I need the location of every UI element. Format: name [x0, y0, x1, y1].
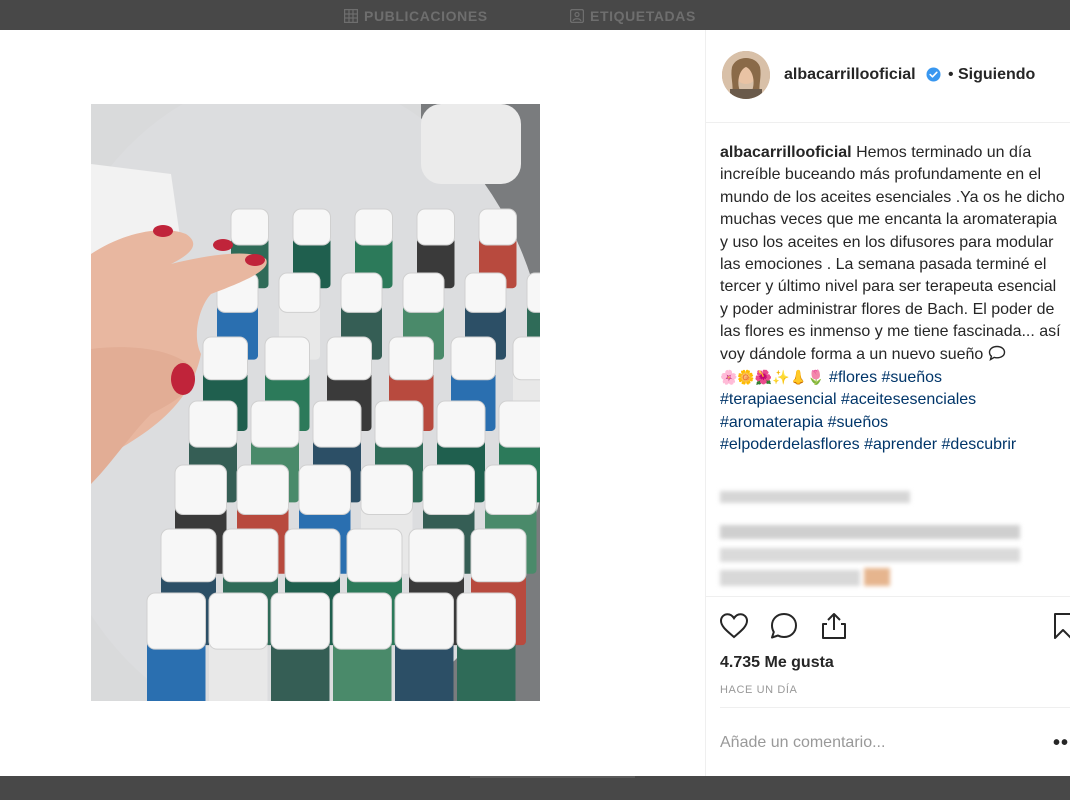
bottle-cap	[512, 336, 540, 381]
comment-input[interactable]: Añade un comentario...	[720, 734, 885, 752]
bottle-cap	[264, 336, 310, 381]
bookmark-icon[interactable]	[1052, 610, 1070, 642]
bottle-cap	[422, 464, 475, 515]
post-photo	[91, 104, 540, 701]
hashtag-elpoderdelasflores[interactable]: #elpoderdelasflores	[720, 436, 860, 453]
more-options-icon[interactable]: ••	[1053, 732, 1069, 755]
tag-icon	[570, 9, 584, 23]
blurred-comment-4	[720, 570, 860, 586]
post-author-username[interactable]: albacarrillooficial	[784, 66, 916, 84]
bottle-cap	[250, 400, 300, 448]
bottle-cap	[292, 208, 331, 246]
bottle-cap	[340, 272, 383, 313]
blurred-emoji	[864, 568, 890, 586]
bottom-divider	[470, 776, 635, 778]
hashtag-aromaterapia[interactable]: #aromaterapia	[720, 414, 823, 431]
post-timestamp[interactable]: HACE UN DÍA	[720, 684, 798, 696]
bottle-cap	[160, 528, 217, 583]
following-button[interactable]: Siguiendo	[958, 66, 1035, 84]
hashtag-descubrir[interactable]: #descubrir	[942, 436, 1017, 453]
header-separator: •	[948, 66, 954, 83]
bottle-cap	[270, 592, 330, 650]
bottle-cap	[402, 272, 445, 313]
hashtag-suenos-2[interactable]: #sueños	[828, 414, 889, 431]
bottle-cap	[478, 208, 517, 246]
post-modal: albacarrillooficial • Siguiendo albacarr…	[0, 30, 1070, 776]
bottle-cap	[464, 272, 507, 313]
profile-tabs-bar: PUBLICACIONES ETIQUETADAS	[0, 0, 1070, 30]
bottle-cap	[456, 592, 516, 650]
grid-icon	[344, 9, 358, 23]
bottle-cap	[498, 400, 540, 448]
bottle-cap	[236, 464, 289, 515]
post-caption: albacarrillooficial Hemos terminado un d…	[720, 142, 1065, 457]
bottle-cap	[470, 528, 527, 583]
bottle-cap	[416, 208, 455, 246]
bottle-cap	[388, 336, 434, 381]
bottle-cap	[374, 400, 424, 448]
likes-count[interactable]: 4.735 Me gusta	[720, 654, 834, 672]
bottle-cap	[346, 528, 403, 583]
bottle-cap	[354, 208, 393, 246]
blurred-comment-3	[720, 548, 1020, 562]
bottle-cap	[278, 272, 321, 313]
bottle-cap	[526, 272, 540, 313]
post-side-panel: albacarrillooficial • Siguiendo albacarr…	[705, 30, 1070, 776]
actions-divider	[706, 596, 1070, 597]
bottle-cap	[146, 592, 206, 650]
bottle-cap	[436, 400, 486, 448]
caption-text: Hemos terminado un día increíble buceand…	[720, 144, 1065, 363]
caption-username[interactable]: albacarrillooficial	[720, 144, 852, 161]
blurred-comment-1	[720, 491, 910, 503]
comment-bubble-icon[interactable]	[768, 610, 800, 642]
bottle-cap	[484, 464, 537, 515]
blurred-comment-2	[720, 525, 1020, 539]
bottle-cap	[284, 528, 341, 583]
bottle-cap	[202, 336, 248, 381]
hashtag-flores[interactable]: #flores	[829, 369, 877, 386]
avatar[interactable]	[722, 51, 770, 99]
avatar-image	[722, 51, 770, 99]
tab-publicaciones-label: PUBLICACIONES	[364, 8, 488, 24]
hashtag-suenos[interactable]: #sueños	[882, 369, 943, 386]
tab-publicaciones[interactable]: PUBLICACIONES	[344, 8, 488, 24]
comment-divider	[720, 707, 1070, 708]
bottle-cap	[326, 336, 372, 381]
hashtag-aceitesesenciales[interactable]: #aceitesesenciales	[841, 391, 976, 408]
bottle-cap	[188, 400, 238, 448]
bottle-cap	[174, 464, 227, 515]
bottle-cap	[332, 592, 392, 650]
tab-etiquetadas[interactable]: ETIQUETADAS	[570, 8, 696, 24]
essential-oil-bottles-photo	[91, 104, 540, 701]
share-icon[interactable]	[818, 610, 850, 642]
bottle-cap	[298, 464, 351, 515]
caption-emojis: 🌸🌼🌺✨👃🌷	[720, 369, 825, 386]
bottle-cap	[222, 528, 279, 583]
bottom-bar	[0, 776, 1070, 800]
bottle-cap	[450, 336, 496, 381]
hashtag-terapiaesencial[interactable]: #terapiaesencial	[720, 391, 837, 408]
post-header: albacarrillooficial • Siguiendo	[706, 30, 1070, 123]
bottle-cap	[208, 592, 268, 650]
bottle-cap	[360, 464, 413, 515]
heart-icon[interactable]	[718, 610, 750, 642]
speech-bubble-icon	[988, 345, 1005, 361]
tab-etiquetadas-label: ETIQUETADAS	[590, 8, 696, 24]
bottle-cap	[230, 208, 269, 246]
bottle-cap	[394, 592, 454, 650]
bottle-cap	[312, 400, 362, 448]
hashtag-aprender[interactable]: #aprender	[864, 436, 937, 453]
verified-badge-icon	[926, 67, 941, 82]
bottle-cap	[408, 528, 465, 583]
